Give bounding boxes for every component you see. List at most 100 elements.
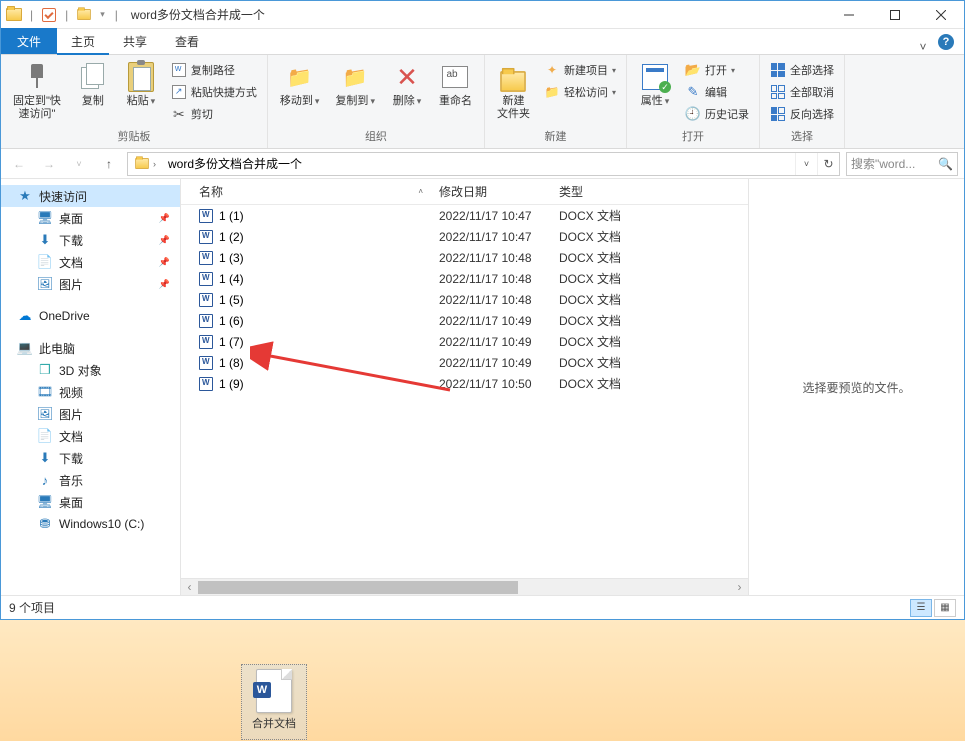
table-row[interactable]: 1 (3)2022/11/17 10:48DOCX 文档 — [181, 247, 748, 268]
table-row[interactable]: 1 (1)2022/11/17 10:47DOCX 文档 — [181, 205, 748, 226]
table-row[interactable]: 1 (4)2022/11/17 10:48DOCX 文档 — [181, 268, 748, 289]
move-to-button[interactable]: 📁移动到 — [274, 59, 326, 110]
file-name: 1 (3) — [219, 251, 244, 265]
move-to-icon: 📁 — [284, 61, 316, 93]
delete-button[interactable]: ✕删除 — [385, 59, 429, 110]
history-button[interactable]: 历史记录 — [681, 103, 753, 125]
horizontal-scrollbar[interactable]: ‹ › — [181, 578, 748, 595]
tab-view[interactable]: 查看 — [161, 28, 213, 54]
sidebar-item-quick-access[interactable]: ★快速访问 — [1, 185, 180, 207]
ribbon-group-select: 全部选择 全部取消 反向选择 选择 — [760, 55, 845, 148]
table-row[interactable]: 1 (8)2022/11/17 10:49DOCX 文档 — [181, 352, 748, 373]
edit-button[interactable]: 编辑 — [681, 81, 753, 103]
close-button[interactable] — [918, 1, 964, 29]
column-header-name[interactable]: 名称 ˄ — [191, 183, 431, 200]
new-item-button[interactable]: 新建项目▾ — [540, 59, 620, 81]
nav-up-button[interactable]: ↑ — [97, 152, 121, 176]
sidebar-item-drive-c[interactable]: ⛃Windows10 (C:) — [1, 513, 180, 535]
invert-selection-button[interactable]: 反向选择 — [766, 103, 838, 125]
sidebar-item-downloads[interactable]: ⬇下载📌 — [1, 229, 180, 251]
table-row[interactable]: 1 (5)2022/11/17 10:48DOCX 文档 — [181, 289, 748, 310]
sidebar-item-label: 桌面 — [59, 494, 83, 511]
group-label-clipboard: 剪贴板 — [117, 128, 150, 146]
breadcrumb-current[interactable]: word多份文档合并成一个 — [162, 153, 308, 175]
nav-back-button[interactable]: ← — [7, 152, 31, 176]
easy-access-button[interactable]: 轻松访问▾ — [540, 81, 620, 103]
view-icons-button[interactable]: ▦ — [934, 599, 956, 617]
properties-button[interactable]: 属性 — [633, 59, 677, 110]
desktop-file-label: 合并文档 — [252, 715, 296, 731]
column-header-date[interactable]: 修改日期 — [431, 183, 551, 200]
minimize-button[interactable] — [826, 1, 872, 29]
sidebar-item-pictures-pc[interactable]: 🖼图片 — [1, 403, 180, 425]
ribbon-group-open: 属性 打开▾ 编辑 历史记录 打开 — [627, 55, 760, 148]
pin-quick-access-button[interactable]: 固定到"快 速访问" — [7, 59, 67, 123]
table-row[interactable]: 1 (2)2022/11/17 10:47DOCX 文档 — [181, 226, 748, 247]
column-label: 名称 — [199, 183, 223, 200]
pin-icon: 📌 — [159, 257, 170, 268]
paste-icon — [125, 61, 157, 93]
desktop-file-merged-doc[interactable]: 合并文档 — [241, 664, 307, 740]
sidebar-item-label: OneDrive — [39, 309, 90, 323]
paste-button[interactable]: 粘贴 — [119, 59, 163, 110]
copy-path-button[interactable]: 复制路径 — [167, 59, 261, 81]
sort-indicator-icon: ˄ — [418, 187, 423, 196]
copy-to-button[interactable]: 📁复制到 — [329, 59, 381, 110]
nav-forward-button[interactable]: → — [37, 152, 61, 176]
select-none-icon — [770, 84, 786, 100]
maximize-button[interactable] — [872, 1, 918, 29]
properties-qat-icon[interactable] — [40, 6, 58, 24]
ribbon: 固定到"快 速访问" 复制 粘贴 复制路径 粘贴快捷方式 ✂剪切 剪贴板 — [1, 55, 964, 149]
file-type-cell: DOCX 文档 — [551, 354, 661, 371]
copy-button[interactable]: 复制 — [71, 59, 115, 110]
select-none-button[interactable]: 全部取消 — [766, 81, 838, 103]
breadcrumb-root[interactable]: › — [128, 153, 162, 175]
sidebar-item-3d-objects[interactable]: ❒3D 对象 — [1, 359, 180, 381]
desktop-area[interactable]: 合并文档 — [0, 620, 965, 741]
view-details-button[interactable]: ☰ — [910, 599, 932, 617]
rename-button[interactable]: 重命名 — [433, 59, 478, 110]
easy-access-icon — [544, 84, 560, 100]
file-type-cell: DOCX 文档 — [551, 291, 661, 308]
select-all-button[interactable]: 全部选择 — [766, 59, 838, 81]
address-dropdown[interactable]: ˅ — [795, 153, 817, 175]
table-row[interactable]: 1 (7)2022/11/17 10:49DOCX 文档 — [181, 331, 748, 352]
sidebar-item-desktop-pc[interactable]: 🖥桌面 — [1, 491, 180, 513]
paste-shortcut-button[interactable]: 粘贴快捷方式 — [167, 81, 261, 103]
open-button[interactable]: 打开▾ — [681, 59, 753, 81]
file-list[interactable]: 名称 ˄ 修改日期 类型 1 (1)2022/11/17 10:47DOCX 文档… — [181, 179, 748, 595]
sidebar-item-onedrive[interactable]: ☁OneDrive — [1, 305, 180, 327]
search-input[interactable]: 搜索"word... 🔍 — [846, 152, 958, 176]
tab-home[interactable]: 主页 — [57, 29, 109, 55]
sidebar-item-music[interactable]: ♪音乐 — [1, 469, 180, 491]
edit-icon — [685, 84, 701, 100]
sidebar-item-pictures[interactable]: 🖼图片📌 — [1, 273, 180, 295]
new-item-icon — [544, 62, 560, 78]
nav-recent-dropdown[interactable]: ˅ — [67, 152, 91, 176]
column-header-type[interactable]: 类型 — [551, 183, 661, 200]
table-row[interactable]: 1 (9)2022/11/17 10:50DOCX 文档 — [181, 373, 748, 394]
view-toggles: ☰ ▦ — [910, 599, 956, 617]
refresh-button[interactable]: ↻ — [817, 153, 839, 175]
sidebar-item-videos[interactable]: 🎞视频 — [1, 381, 180, 403]
address-bar[interactable]: › word多份文档合并成一个 ˅ ↻ — [127, 152, 840, 176]
ribbon-collapse[interactable]: ˅ — [912, 40, 934, 54]
new-folder-button[interactable]: 新建 文件夹 — [491, 59, 536, 123]
folder-icon — [5, 6, 23, 24]
sidebar-item-downloads-pc[interactable]: ⬇下载 — [1, 447, 180, 469]
table-row[interactable]: 1 (6)2022/11/17 10:49DOCX 文档 — [181, 310, 748, 331]
help-button[interactable]: ? — [934, 30, 958, 54]
sidebar-item-documents[interactable]: 📄文档📌 — [1, 251, 180, 273]
sidebar-item-this-pc[interactable]: 💻此电脑 — [1, 337, 180, 359]
navigation-pane[interactable]: ★快速访问 🖥桌面📌 ⬇下载📌 📄文档📌 🖼图片📌 ☁OneDrive 💻此电脑… — [1, 179, 181, 595]
sidebar-item-documents-pc[interactable]: 📄文档 — [1, 425, 180, 447]
tab-file[interactable]: 文件 — [1, 28, 57, 54]
sidebar-item-desktop[interactable]: 🖥桌面📌 — [1, 207, 180, 229]
sidebar-item-label: 视频 — [59, 384, 83, 401]
tab-share[interactable]: 共享 — [109, 28, 161, 54]
file-name-cell: 1 (8) — [191, 356, 431, 370]
ribbon-group-new: 新建 文件夹 新建项目▾ 轻松访问▾ 新建 — [485, 55, 627, 148]
qat-overflow[interactable]: ▾ — [97, 9, 108, 20]
cut-button[interactable]: ✂剪切 — [167, 103, 261, 125]
column-label: 类型 — [559, 185, 583, 199]
